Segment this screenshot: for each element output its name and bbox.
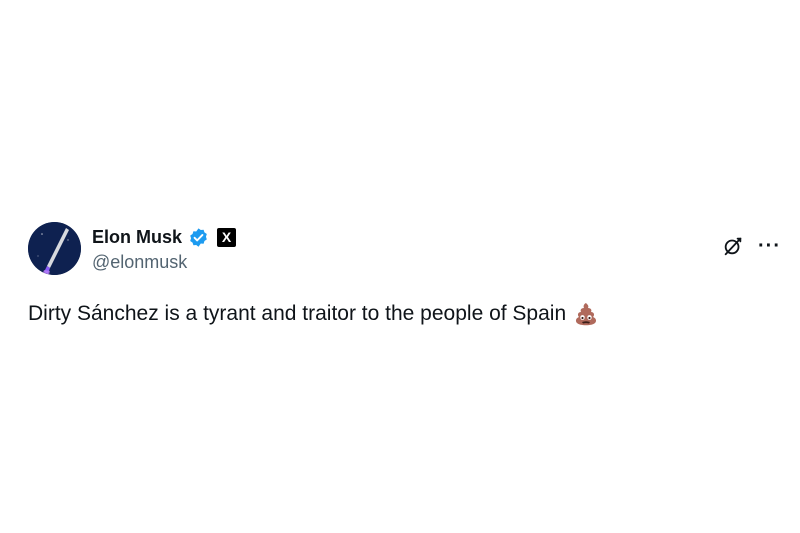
display-name[interactable]: Elon Musk [92, 227, 182, 248]
pile-of-poo-icon [572, 300, 600, 328]
handle[interactable]: @elonmusk [92, 252, 236, 273]
tweet-text: Dirty Sánchez is a tyrant and traitor to… [28, 302, 567, 325]
name-row: Elon Musk X [92, 224, 237, 250]
verified-badge-icon [188, 227, 209, 248]
page: Elon Musk X @elonmusk ··· Dirty Sánchez … [0, 0, 800, 533]
tweet-text-block: Dirty Sánchez is a tyrant and traitor to… [28, 300, 600, 328]
avatar[interactable] [28, 222, 81, 275]
author-block: Elon Musk X @elonmusk [92, 224, 237, 273]
tweet-actions: ··· [722, 235, 781, 257]
affiliate-badge-x-icon[interactable]: X [217, 227, 237, 247]
grok-icon[interactable] [722, 235, 744, 257]
more-options-icon[interactable]: ··· [758, 236, 781, 256]
